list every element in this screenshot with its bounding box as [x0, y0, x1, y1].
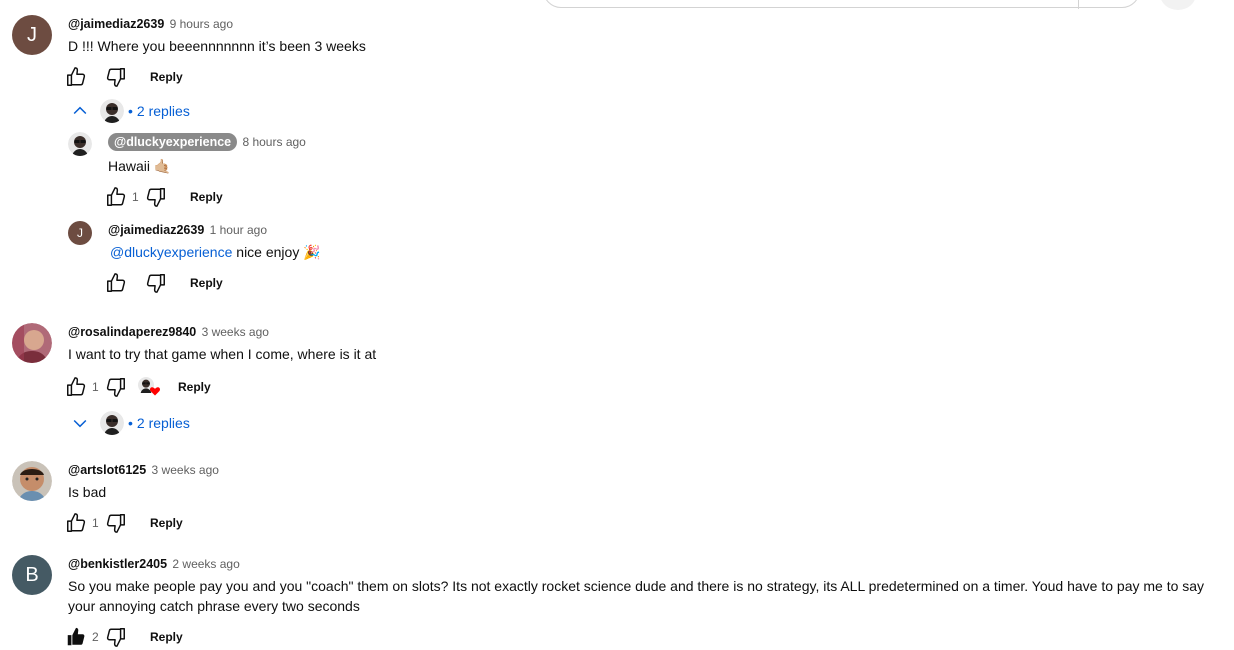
thumb-up-icon [67, 377, 86, 396]
thumb-up-icon [107, 187, 126, 206]
comment-actions: 1 Reply [64, 511, 183, 535]
thumb-down-icon [106, 378, 125, 397]
dislike-button[interactable] [104, 625, 128, 649]
comment-meta: @rosalindaperez9840 3 weeks ago [68, 324, 269, 340]
creator-badge[interactable]: @dluckyexperience [108, 133, 238, 151]
comment-author[interactable]: @artslot6125 [68, 463, 146, 477]
reply-author[interactable]: @jaimediaz2639 [108, 223, 204, 237]
comment-author[interactable]: @benkistler2405 [68, 557, 167, 571]
creator-heart-badge [138, 375, 162, 399]
like-count: 1 [92, 516, 99, 530]
comment-time[interactable]: 3 weeks ago [152, 463, 219, 477]
thumb-up-icon [107, 273, 126, 292]
separator-dot: • [128, 103, 133, 119]
reply-actions: Reply [104, 271, 223, 295]
reply-text: Hawaii 🤙🏼 [108, 158, 172, 174]
heart-icon [149, 387, 161, 396]
avatar[interactable]: J [68, 221, 92, 245]
replies-count-label[interactable]: 2 replies [137, 103, 190, 119]
comment-text: I want to try that game when I come, whe… [68, 346, 377, 362]
thumb-up-icon [67, 513, 86, 532]
thumb-down-icon [106, 68, 125, 87]
comment-text: Is bad [68, 484, 107, 500]
like-count: 1 [92, 380, 99, 394]
comment-time[interactable]: 9 hours ago [170, 17, 233, 31]
mention-link[interactable]: @dluckyexperience [110, 244, 232, 260]
like-button[interactable] [64, 625, 88, 649]
like-count: 1 [132, 190, 139, 204]
thumb-up-filled-icon [67, 627, 85, 646]
dislike-button[interactable] [104, 65, 128, 89]
show-replies-toggle[interactable]: • 2 replies [70, 409, 190, 437]
reply-meta: @jaimediaz2639 1 hour ago [108, 222, 267, 238]
comment-text: D !!! Where you beeennnnnnn it’s been 3 … [68, 38, 366, 54]
avatar[interactable]: B [12, 555, 52, 595]
reply-actions: 1 Reply [104, 185, 223, 209]
avatar[interactable] [68, 132, 92, 156]
avatar[interactable]: J [12, 15, 52, 55]
separator-dot: • [128, 415, 133, 431]
like-button[interactable] [104, 185, 128, 209]
comment-meta: @artslot6125 3 weeks ago [68, 462, 219, 478]
hide-replies-toggle[interactable]: • 2 replies [70, 97, 190, 125]
comments-page: J @jaimediaz2639 9 hours ago D !!! Where… [0, 0, 1234, 650]
dislike-button[interactable] [144, 185, 168, 209]
reply-button[interactable]: Reply [150, 630, 183, 644]
creator-avatar-icon [68, 132, 92, 156]
dislike-button[interactable] [144, 271, 168, 295]
reply-meta: @dluckyexperience 8 hours ago [108, 133, 306, 151]
comment-time[interactable]: 3 weeks ago [202, 325, 269, 339]
comment-author[interactable]: @jaimediaz2639 [68, 17, 164, 31]
dislike-button[interactable] [104, 375, 128, 399]
comment-time[interactable]: 2 weeks ago [172, 557, 239, 571]
thumb-down-icon [106, 514, 125, 533]
voice-search-button[interactable] [1160, 0, 1196, 10]
creator-avatar-icon [100, 411, 124, 435]
avatar[interactable] [12, 461, 52, 501]
thumb-down-icon [146, 188, 165, 207]
reply-button[interactable]: Reply [178, 380, 211, 394]
comment-text: So you make people pay you and you "coac… [68, 578, 1205, 614]
profile-photo-icon [12, 323, 52, 363]
profile-photo-icon [12, 461, 52, 501]
reply-time[interactable]: 1 hour ago [210, 223, 267, 237]
thumb-down-icon [146, 274, 165, 293]
comment-actions: 1 Reply [64, 375, 211, 399]
reply-button[interactable]: Reply [190, 276, 223, 290]
like-button[interactable] [104, 271, 128, 295]
like-count: 2 [92, 630, 99, 644]
comment-actions: Reply [64, 65, 183, 89]
reply-text: @dluckyexperience nice enjoy 🎉 [110, 242, 321, 262]
creator-avatar-icon [100, 99, 124, 123]
replies-count-label[interactable]: 2 replies [137, 415, 190, 431]
comment-actions: 2 Reply [64, 625, 183, 649]
reply-button[interactable]: Reply [150, 516, 183, 530]
like-button[interactable] [64, 375, 88, 399]
dislike-button[interactable] [104, 511, 128, 535]
thumb-down-icon [106, 628, 125, 647]
like-button[interactable] [64, 511, 88, 535]
reply-time[interactable]: 8 hours ago [242, 135, 305, 149]
avatar[interactable] [12, 323, 52, 363]
like-button[interactable] [64, 65, 88, 89]
reply-button[interactable]: Reply [150, 70, 183, 84]
search-bar[interactable] [543, 0, 1140, 9]
comment-author[interactable]: @rosalindaperez9840 [68, 325, 196, 339]
comment-meta: @benkistler2405 2 weeks ago [68, 556, 240, 572]
chevron-up-icon [73, 106, 87, 115]
reply-button[interactable]: Reply [190, 190, 223, 204]
comment-meta: @jaimediaz2639 9 hours ago [68, 16, 233, 32]
thumb-up-icon [67, 67, 86, 86]
search-bar-divider [1078, 0, 1079, 9]
reply-text-content: nice enjoy 🎉 [232, 244, 321, 260]
chevron-down-icon [73, 419, 87, 428]
